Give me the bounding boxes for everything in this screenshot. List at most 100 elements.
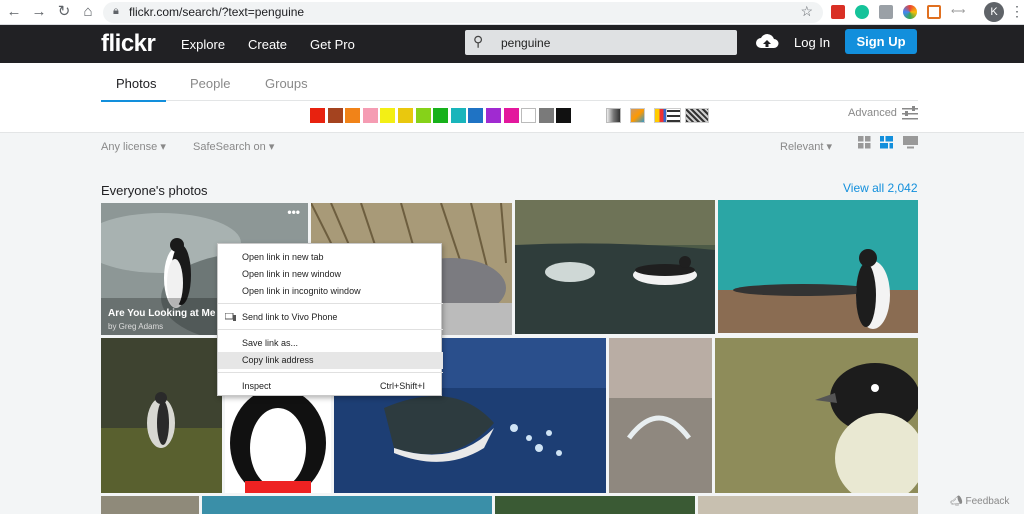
menu-item-shortcut: Ctrl+Shift+I <box>379 381 425 391</box>
extension-icon[interactable] <box>927 5 941 19</box>
extension-icon[interactable] <box>903 5 917 19</box>
menu-item-open-new-tab[interactable]: Open link in new tab <box>218 249 443 266</box>
signup-button[interactable]: Sign Up <box>845 29 917 54</box>
nav-get-pro[interactable]: Get Pro <box>310 37 355 52</box>
feedback-label: Feedback <box>965 496 1010 507</box>
pattern-filter[interactable] <box>666 108 681 123</box>
justified-view-icon[interactable] <box>880 136 893 149</box>
nav-explore[interactable]: Explore <box>181 37 225 52</box>
photo-tile[interactable] <box>202 496 492 514</box>
texture-filter[interactable] <box>685 108 709 123</box>
section-title: Everyone's photos <box>101 183 208 198</box>
photo-tile[interactable] <box>101 496 199 514</box>
bookmark-star-icon[interactable]: ☆ <box>800 3 813 20</box>
extension-icon[interactable]: ⟷ <box>951 5 965 19</box>
large-view-icon[interactable] <box>903 136 918 149</box>
photo-image <box>225 393 331 493</box>
extension-icon[interactable] <box>831 5 845 19</box>
advanced-link[interactable]: Advanced <box>848 107 897 119</box>
license-dropdown[interactable]: Any license ▾ <box>101 140 166 153</box>
menu-item-save-link[interactable]: Save link as... <box>218 335 443 352</box>
photo-tile[interactable] <box>609 338 712 493</box>
forward-icon[interactable]: → <box>31 4 47 20</box>
photo-tile[interactable] <box>515 200 715 334</box>
reload-icon[interactable]: ↻ <box>56 4 72 20</box>
color-swatch[interactable] <box>310 108 325 123</box>
photo-image <box>101 338 222 493</box>
tab-people[interactable]: People <box>190 76 230 91</box>
safesearch-dropdown[interactable]: SafeSearch on ▾ <box>193 140 274 153</box>
tab-active-indicator <box>101 100 166 102</box>
color-swatch[interactable] <box>468 108 484 123</box>
sliders-icon[interactable] <box>902 106 918 120</box>
login-link[interactable]: Log In <box>794 35 830 50</box>
menu-item-label: Open link in new window <box>242 269 342 279</box>
upload-cloud-icon[interactable] <box>755 32 779 50</box>
color-swatch[interactable] <box>362 108 378 123</box>
photo-title[interactable]: Are You Looking at Me <box>108 308 215 319</box>
back-icon[interactable]: ← <box>6 4 22 20</box>
color-swatch[interactable] <box>503 108 519 123</box>
shallow-depth-filter[interactable] <box>630 108 645 123</box>
search-input[interactable]: ⚲ penguine <box>465 30 737 55</box>
menu-separator <box>218 372 443 373</box>
menu-separator <box>218 303 443 304</box>
grid-small-view-icon[interactable] <box>858 136 871 149</box>
color-swatch[interactable] <box>380 108 396 123</box>
menu-item-label: Send link to Vivo Phone <box>242 312 338 322</box>
menu-item-open-incognito[interactable]: Open link in incognito window <box>218 283 443 300</box>
safesearch-label: SafeSearch on <box>193 141 266 153</box>
photo-image <box>609 338 712 493</box>
devices-icon <box>225 313 236 321</box>
color-swatch[interactable] <box>556 108 572 123</box>
photo-tile[interactable] <box>101 338 222 493</box>
photo-tile[interactable] <box>715 338 918 493</box>
address-bar[interactable]: 🔒︎ flickr.com/search/?text=penguine ☆ <box>103 2 823 23</box>
photo-author[interactable]: by Greg Adams <box>108 322 163 331</box>
view-all-link[interactable]: View all 2,042 <box>843 181 918 195</box>
flickr-logo[interactable]: flickr <box>101 30 156 58</box>
sort-label: Relevant <box>780 141 824 153</box>
menu-item-label: Inspect <box>242 381 272 391</box>
color-swatch[interactable] <box>433 108 449 123</box>
sort-dropdown[interactable]: Relevant ▾ <box>780 140 832 153</box>
menu-item-label: Open link in new tab <box>242 252 324 262</box>
black-and-white-filter[interactable] <box>606 108 621 123</box>
photo-image <box>515 200 715 334</box>
extension-icon[interactable] <box>879 5 893 19</box>
photo-tile[interactable] <box>718 200 918 333</box>
menu-item-copy-link[interactable]: Copy link address <box>218 352 443 369</box>
menu-item-label: Save link as... <box>242 338 299 348</box>
tab-photos[interactable]: Photos <box>116 76 156 91</box>
lock-icon: 🔒︎ <box>113 5 119 17</box>
menu-item-label: Copy link address <box>242 355 314 365</box>
home-icon[interactable]: ⌂ <box>80 4 96 20</box>
photo-image <box>715 338 918 493</box>
profile-avatar[interactable]: K <box>984 2 1004 22</box>
browser-menu-icon[interactable]: ⋮ <box>1010 3 1024 20</box>
color-swatch[interactable] <box>327 108 343 123</box>
color-swatch[interactable] <box>415 108 431 123</box>
photo-tile[interactable] <box>495 496 695 514</box>
color-swatch[interactable] <box>345 108 361 123</box>
menu-item-send-to-phone[interactable]: Send link to Vivo Phone <box>218 309 443 326</box>
feedback-link[interactable]: 📣︎ Feedback <box>950 496 1009 507</box>
grammarly-extension-icon[interactable] <box>855 5 869 19</box>
url-text: flickr.com/search/?text=penguine <box>129 5 305 19</box>
photo-more-icon[interactable]: ••• <box>287 205 300 219</box>
menu-item-inspect[interactable]: Inspect Ctrl+Shift+I <box>218 378 443 395</box>
search-icon[interactable]: ⚲ <box>473 33 483 50</box>
color-swatch[interactable] <box>486 108 501 123</box>
color-swatch[interactable] <box>450 108 466 123</box>
color-swatch[interactable] <box>398 108 413 123</box>
photo-tile[interactable] <box>225 393 331 493</box>
tab-groups[interactable]: Groups <box>265 76 308 91</box>
nav-create[interactable]: Create <box>248 37 287 52</box>
photo-image <box>718 200 918 333</box>
color-swatch[interactable] <box>521 108 537 123</box>
photo-tile[interactable] <box>698 496 918 514</box>
menu-item-open-new-window[interactable]: Open link in new window <box>218 266 443 283</box>
color-swatch[interactable] <box>538 108 554 123</box>
browser-toolbar: ← → ↻ ⌂ 🔒︎ flickr.com/search/?text=pengu… <box>0 0 1024 25</box>
menu-separator <box>218 329 443 330</box>
